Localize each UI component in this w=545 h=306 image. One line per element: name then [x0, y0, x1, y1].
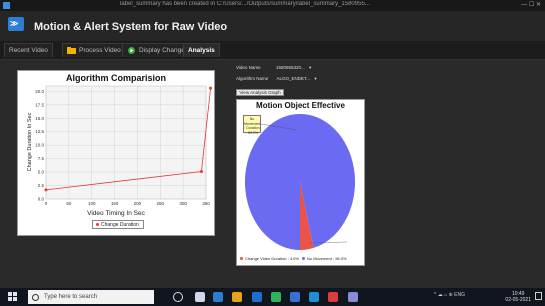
- y-tick-label: 5.0: [38, 170, 45, 175]
- x-tick-label: 200: [134, 201, 142, 206]
- file-explorer-icon[interactable]: [232, 292, 242, 302]
- app-header: ≫ Motion & Alert System for Raw Video: [0, 11, 545, 41]
- tab-display-change[interactable]: Display Change: [122, 43, 190, 57]
- pie-callout: No Movement : Duration : 60.0%: [243, 115, 261, 135]
- task-view-icon[interactable]: [195, 292, 205, 302]
- app-title: Motion & Alert System for Raw Video: [34, 21, 228, 33]
- clock-date: 02-05-2021: [505, 297, 531, 303]
- legend-item: Change Video Duration : 4.0%: [245, 256, 299, 261]
- python-icon[interactable]: [309, 292, 319, 302]
- video-name-value[interactable]: 1580955320...: [276, 65, 305, 70]
- tab-label: Recent Video: [9, 47, 48, 54]
- window-title: label_summary has been created in C:/Use…: [120, 1, 370, 7]
- y-tick-label: 17.5: [35, 102, 44, 107]
- y-tick-label: 15.0: [35, 116, 44, 121]
- data-point: [199, 170, 203, 174]
- notification-icon[interactable]: [535, 292, 542, 300]
- algorithm-value[interactable]: ALGO_ENDET...: [277, 76, 311, 81]
- tab-recent-video[interactable]: Recent Video: [4, 43, 53, 57]
- legend-marker: [96, 223, 99, 226]
- pie-slice: [244, 113, 355, 250]
- mail-icon[interactable]: [213, 292, 223, 302]
- dropdown-icon[interactable]: ▾: [314, 76, 316, 81]
- clock[interactable]: 10:49 02-05-2021: [505, 291, 531, 303]
- search-icon: [32, 293, 39, 301]
- tab-label: Process Video: [79, 47, 121, 54]
- play-icon: [128, 47, 135, 54]
- legend-marker: [301, 257, 305, 260]
- y-tick-label: 0.0: [38, 197, 45, 202]
- app-icon-red[interactable]: [328, 292, 338, 302]
- taskbar-search-box[interactable]: Type here to search: [28, 290, 154, 304]
- pie-legend: Change Video Duration : 4.0% No Movement…: [239, 256, 362, 261]
- x-tick-label: 0: [45, 201, 48, 206]
- view-analysis-graph-button[interactable]: View Analysis Graph: [236, 89, 284, 96]
- windows-start-icon[interactable]: [8, 292, 18, 302]
- app-small-icon: [3, 2, 10, 9]
- legend-series-name: Change Duration: [101, 221, 139, 228]
- y-tick-label: 2.5: [38, 183, 45, 188]
- x-tick-label: 150: [111, 201, 119, 206]
- video-info: Video Name 1580955320... ▾ Algorithm Nam…: [236, 63, 366, 97]
- y-tick-label: 7.5: [38, 156, 45, 161]
- dropdown-icon[interactable]: ▾: [309, 65, 311, 70]
- x-tick-label: 250: [157, 201, 165, 206]
- x-tick-label: 350: [202, 201, 210, 206]
- window-controls[interactable]: — ☐ ✕: [521, 1, 541, 8]
- folder-icon: [67, 47, 76, 54]
- x-tick-label: 300: [179, 201, 187, 206]
- x-axis-label: Video Timing In Sec: [87, 210, 145, 217]
- chrome-icon[interactable]: [271, 292, 281, 302]
- plot-area: [45, 85, 207, 200]
- data-point: [209, 86, 213, 90]
- legend-item: No Movement : 96.0%: [306, 256, 347, 261]
- y-tick-label: 10.0: [35, 143, 44, 148]
- analysis-content: Algorithm Comparision Change Duration In…: [0, 60, 545, 288]
- line-chart-svg: 0.0 2.5 5.0 7.5 10.0 12.5 15.0 17.5 20.0 0 50 100 15…: [35, 85, 213, 206]
- taskbar: Type here to search ^ ☁ ⌂ ⊕ ENG 10:49 02…: [0, 288, 545, 306]
- app-logo-icon: ≫: [8, 17, 24, 31]
- app-icon[interactable]: [290, 292, 300, 302]
- tab-process-video[interactable]: Process Video: [62, 43, 126, 57]
- tab-analysis[interactable]: Analysis: [183, 43, 220, 57]
- algorithm-comparison-chart: Algorithm Comparision Change Duration In…: [17, 70, 215, 236]
- search-placeholder: Type here to search: [44, 294, 98, 300]
- store-icon[interactable]: [252, 292, 262, 302]
- tab-label: Display Change: [139, 47, 185, 54]
- motion-effectiveness-chart: Motion Object Effective No Movement : Du…: [236, 99, 365, 266]
- x-tick-label: 50: [66, 201, 72, 206]
- chart-legend: Change Duration: [92, 220, 144, 229]
- y-tick-label: 12.5: [35, 129, 44, 134]
- system-tray[interactable]: ^ ☁ ⌂ ⊕ ENG: [434, 292, 465, 298]
- app-icon-active[interactable]: [348, 292, 358, 302]
- video-name-row: Video Name 1580955320... ▾: [236, 65, 311, 73]
- y-tick-label: 20.0: [35, 89, 44, 94]
- algorithm-label: Algorithm Name: [236, 76, 269, 81]
- video-name-label: Video Name: [236, 65, 261, 70]
- legend-marker: [240, 257, 243, 260]
- tab-bar: Recent Video Process Video Display Chang…: [0, 41, 545, 60]
- x-tick-label: 100: [88, 201, 96, 206]
- data-point: [44, 188, 48, 192]
- window-titlebar: label_summary has been created in C:/Use…: [0, 0, 545, 11]
- algorithm-row: Algorithm Name ALGO_ENDET... ▾: [236, 76, 317, 84]
- cortana-icon[interactable]: [173, 292, 183, 302]
- tab-label: Analysis: [188, 47, 215, 54]
